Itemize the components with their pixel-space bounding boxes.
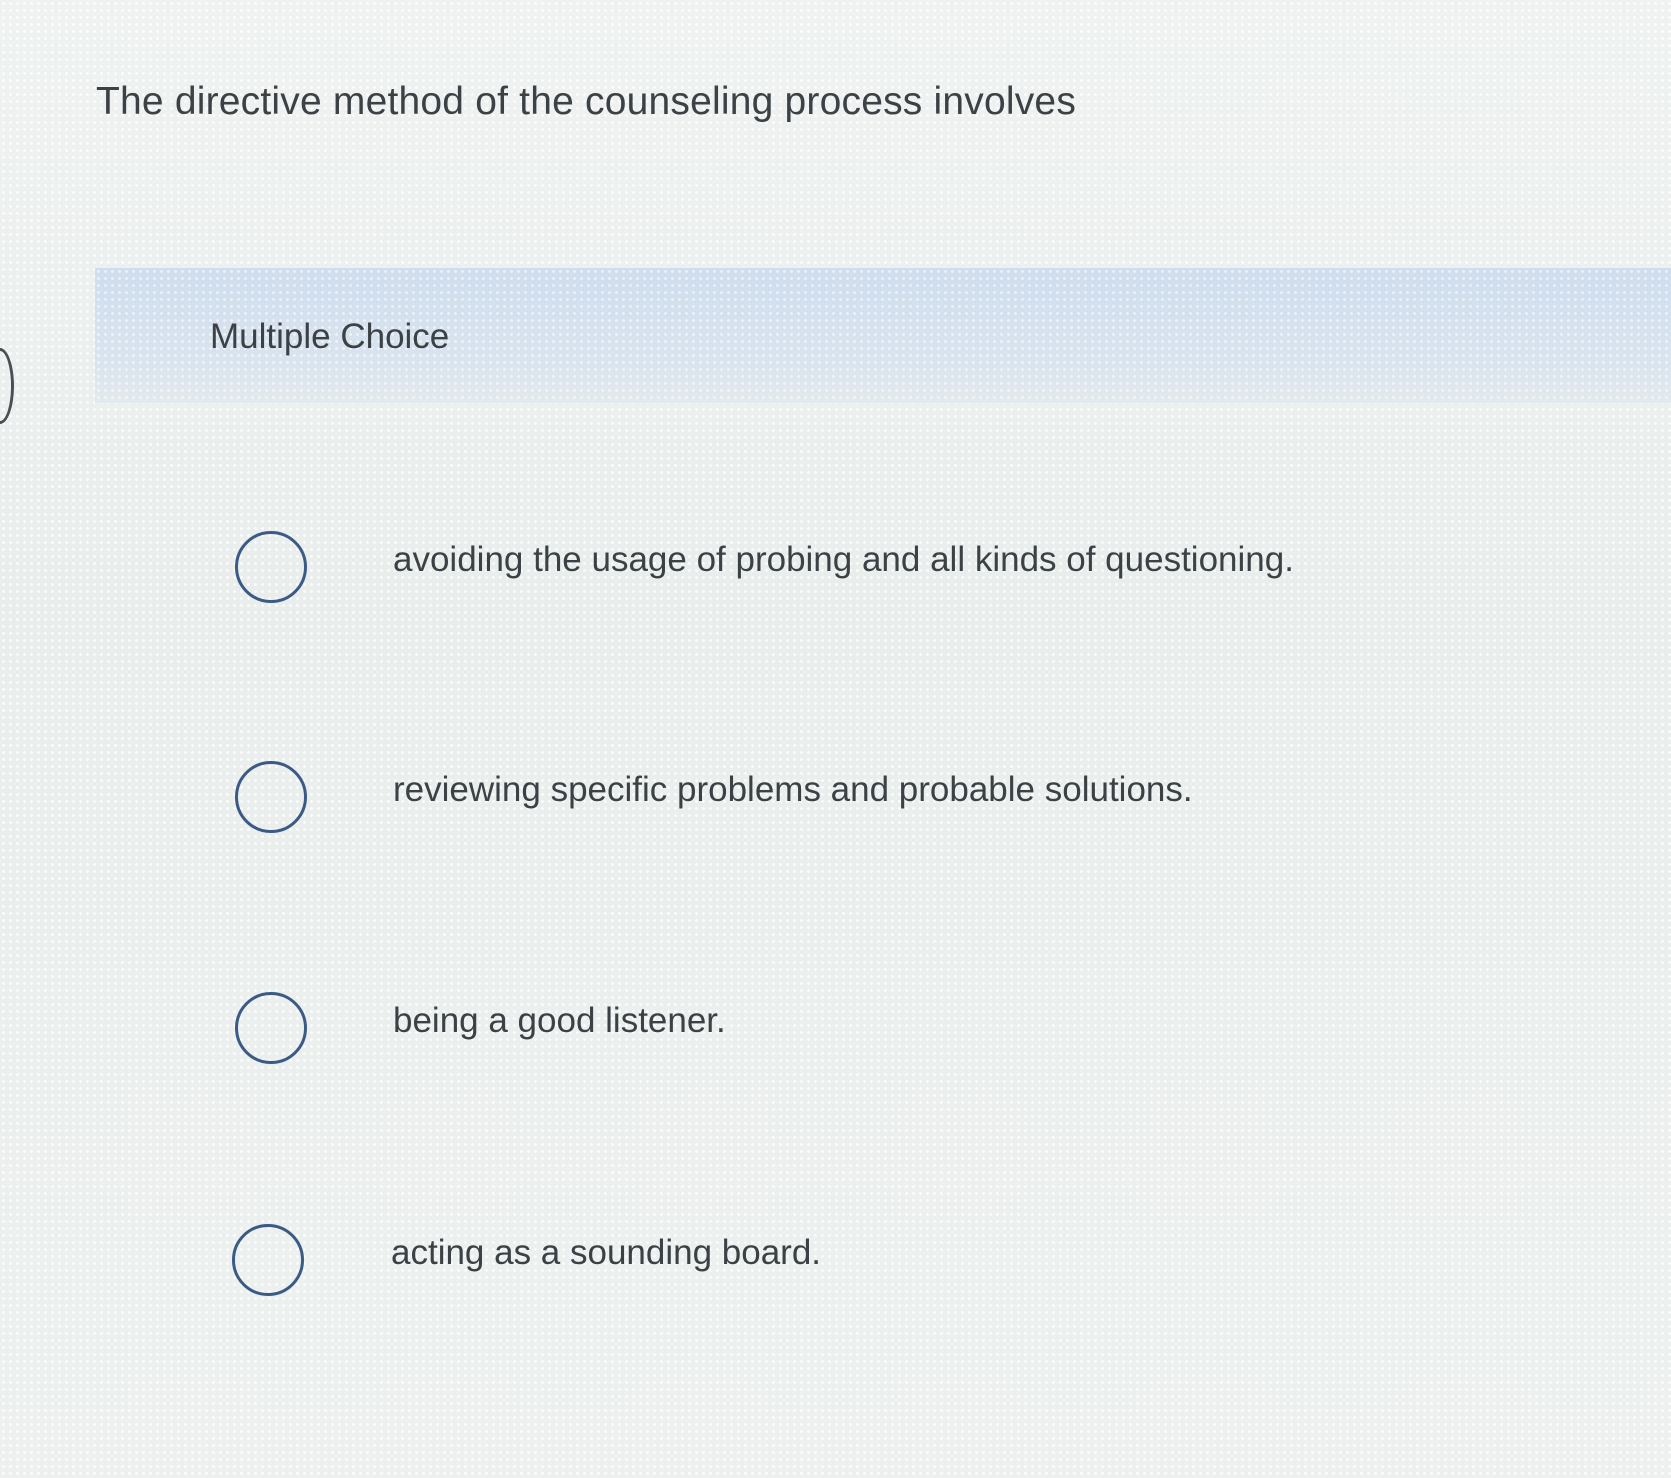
answer-option-2-text: reviewing specific problems and probable… <box>393 770 1193 809</box>
answer-option-4[interactable]: acting as a sounding board. <box>95 1216 1595 1306</box>
quiz-page: The directive method of the counseling p… <box>0 0 1671 1478</box>
radio-button-1[interactable] <box>235 531 307 603</box>
radio-button-2[interactable] <box>235 761 307 833</box>
answer-option-2[interactable]: reviewing specific problems and probable… <box>95 753 1595 843</box>
radio-button-4[interactable] <box>232 1224 304 1296</box>
radio-button-3[interactable] <box>235 992 307 1064</box>
answer-option-3[interactable]: being a good listener. <box>95 984 1595 1074</box>
question-prompt: The directive method of the counseling p… <box>96 80 1077 123</box>
answer-option-3-text: being a good listener. <box>393 1001 726 1040</box>
multiple-choice-label: Multiple Choice <box>210 317 450 356</box>
answer-option-1-text: avoiding the usage of probing and all ki… <box>393 540 1294 579</box>
multiple-choice-header: Multiple Choice <box>95 268 1671 403</box>
multiple-choice-panel: Multiple Choice avoiding the usage of pr… <box>95 268 1671 1448</box>
answer-option-4-text: acting as a sounding board. <box>391 1233 822 1272</box>
answer-option-1[interactable]: avoiding the usage of probing and all ki… <box>95 523 1595 613</box>
window-edge-indicator <box>0 348 14 424</box>
